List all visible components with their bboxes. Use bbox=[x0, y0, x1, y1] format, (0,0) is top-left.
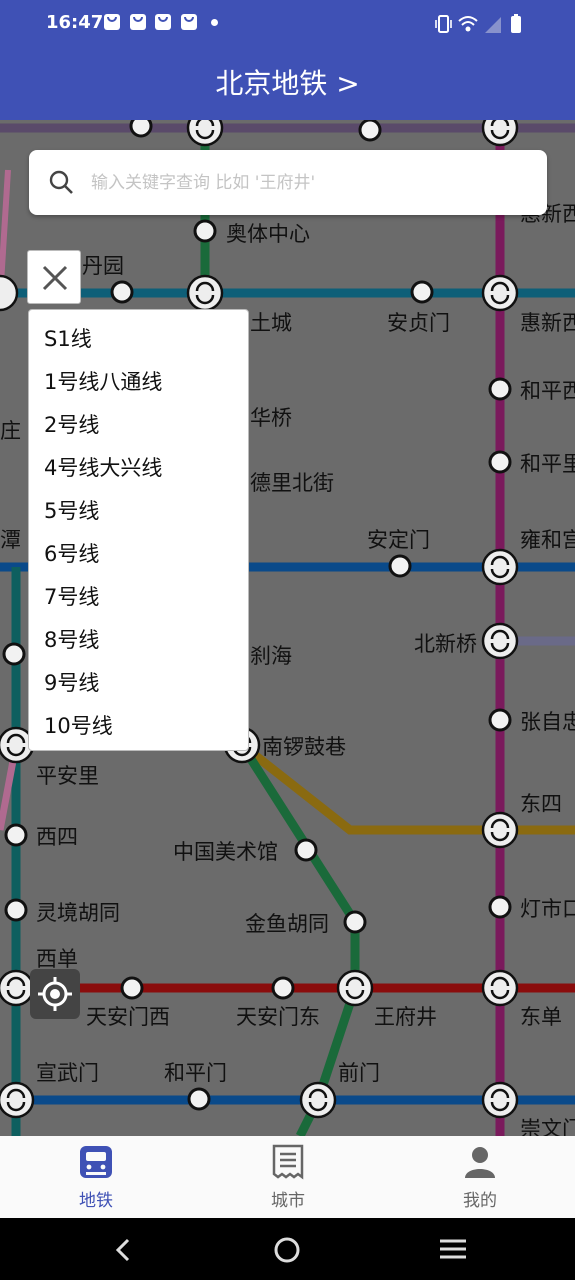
station-label[interactable]: 惠新西 bbox=[520, 311, 575, 335]
station-label[interactable]: 平安里 bbox=[36, 764, 99, 788]
locate-button[interactable] bbox=[30, 969, 80, 1019]
line-item[interactable]: 4号线大兴线 bbox=[29, 447, 248, 490]
menu-icon bbox=[440, 1239, 466, 1259]
line-item[interactable]: 6号线 bbox=[29, 533, 248, 576]
station-label[interactable]: 刹海 bbox=[250, 644, 292, 668]
close-line-list-button[interactable] bbox=[27, 250, 81, 304]
station-label[interactable]: 和平西 bbox=[520, 379, 575, 403]
line-item[interactable]: 2号线 bbox=[29, 404, 248, 447]
line-item[interactable]: 10号线 bbox=[29, 705, 248, 748]
station-label[interactable]: 东四 bbox=[520, 792, 562, 816]
station-label[interactable]: 华桥 bbox=[250, 406, 292, 430]
station-label[interactable]: 庄 bbox=[0, 419, 21, 443]
search-input[interactable] bbox=[89, 164, 533, 202]
station-label[interactable]: 灯市口 bbox=[520, 897, 575, 921]
station-label[interactable]: 丹园 bbox=[82, 254, 124, 278]
station-label[interactable]: 西四 bbox=[36, 825, 78, 849]
vibrate-icon bbox=[435, 15, 452, 33]
bottom-navigation: 地铁 城市 我的 bbox=[0, 1136, 575, 1218]
station-label[interactable]: 雍和宫 bbox=[520, 528, 575, 552]
shopping-bag-icon bbox=[130, 14, 146, 30]
station-label[interactable]: 王府井 bbox=[374, 1005, 437, 1029]
station-label[interactable]: 南锣鼓巷 bbox=[262, 735, 346, 759]
nav-label: 地铁 bbox=[79, 1191, 113, 1211]
station-label[interactable]: 崇文门 bbox=[520, 1117, 575, 1136]
line-item[interactable]: 7号线 bbox=[29, 576, 248, 619]
search-bar bbox=[29, 150, 547, 215]
station-label[interactable]: 安定门 bbox=[367, 528, 430, 552]
signal-icon bbox=[485, 17, 501, 33]
system-nav-icons bbox=[115, 1237, 466, 1263]
station-label[interactable]: 天安门东 bbox=[236, 1005, 320, 1029]
status-time: 16:47 bbox=[46, 12, 104, 33]
line-item[interactable]: 9号线 bbox=[29, 662, 248, 705]
notification-dot-icon bbox=[211, 19, 218, 26]
city-title[interactable]: 北京地铁 > bbox=[215, 67, 359, 100]
shopping-bag-icon bbox=[181, 14, 197, 30]
line-list: S1线 1号线八通线 2号线 4号线大兴线 5号线 6号线 7号线 8号线 9号… bbox=[28, 309, 249, 751]
search-icon bbox=[49, 170, 73, 194]
system-navigation-bar bbox=[0, 1218, 575, 1280]
app-bar: 北京地铁 > bbox=[0, 48, 575, 120]
station-label[interactable]: 宣武门 bbox=[36, 1061, 99, 1085]
station-label[interactable]: 和平里 bbox=[520, 452, 575, 476]
line-item[interactable]: S1线 bbox=[29, 318, 248, 361]
station-label[interactable]: 天安门西 bbox=[86, 1005, 170, 1029]
station-label[interactable]: 奥体中心 bbox=[226, 222, 310, 246]
close-icon bbox=[42, 265, 68, 291]
crosshair-icon bbox=[38, 977, 72, 1011]
line-item[interactable]: 1号线八通线 bbox=[29, 361, 248, 404]
station-label[interactable]: 德里北街 bbox=[250, 471, 334, 495]
shopping-bag-icon bbox=[155, 14, 171, 30]
profile-icon bbox=[465, 1147, 495, 1178]
station-label[interactable]: 前门 bbox=[338, 1061, 380, 1085]
station-label[interactable]: 中国美术馆 bbox=[173, 840, 278, 864]
line-item[interactable]: 8号线 bbox=[29, 619, 248, 662]
subway-icon bbox=[80, 1146, 112, 1178]
station-label[interactable]: 潭 bbox=[0, 528, 21, 552]
station-label[interactable]: 灵境胡同 bbox=[36, 901, 120, 925]
system-status-icons bbox=[435, 14, 521, 33]
nav-profile[interactable]: 我的 bbox=[384, 1136, 575, 1218]
station-label[interactable]: 张自忠 bbox=[520, 710, 575, 734]
document-icon bbox=[272, 1144, 304, 1180]
station-label[interactable]: 金鱼胡同 bbox=[245, 912, 329, 936]
back-icon bbox=[115, 1238, 130, 1262]
battery-icon bbox=[511, 14, 521, 33]
nav-city[interactable]: 城市 bbox=[192, 1136, 384, 1218]
station-label[interactable]: 北新桥 bbox=[414, 632, 477, 656]
station-label[interactable]: 西单 bbox=[36, 947, 78, 971]
station-label[interactable]: 土城 bbox=[250, 311, 292, 335]
status-bar: 16:47 bbox=[0, 0, 575, 48]
station-label[interactable]: 安贞门 bbox=[387, 311, 450, 335]
nav-label: 城市 bbox=[271, 1191, 305, 1211]
nav-subway[interactable]: 地铁 bbox=[0, 1136, 192, 1218]
station-label[interactable]: 和平门 bbox=[164, 1061, 227, 1085]
wifi-icon bbox=[458, 16, 478, 32]
shopping-bag-icon bbox=[104, 14, 120, 30]
home-icon bbox=[274, 1237, 300, 1263]
nav-label: 我的 bbox=[463, 1191, 497, 1211]
station-label[interactable]: 东单 bbox=[520, 1005, 562, 1029]
line-item[interactable]: 5号线 bbox=[29, 490, 248, 533]
